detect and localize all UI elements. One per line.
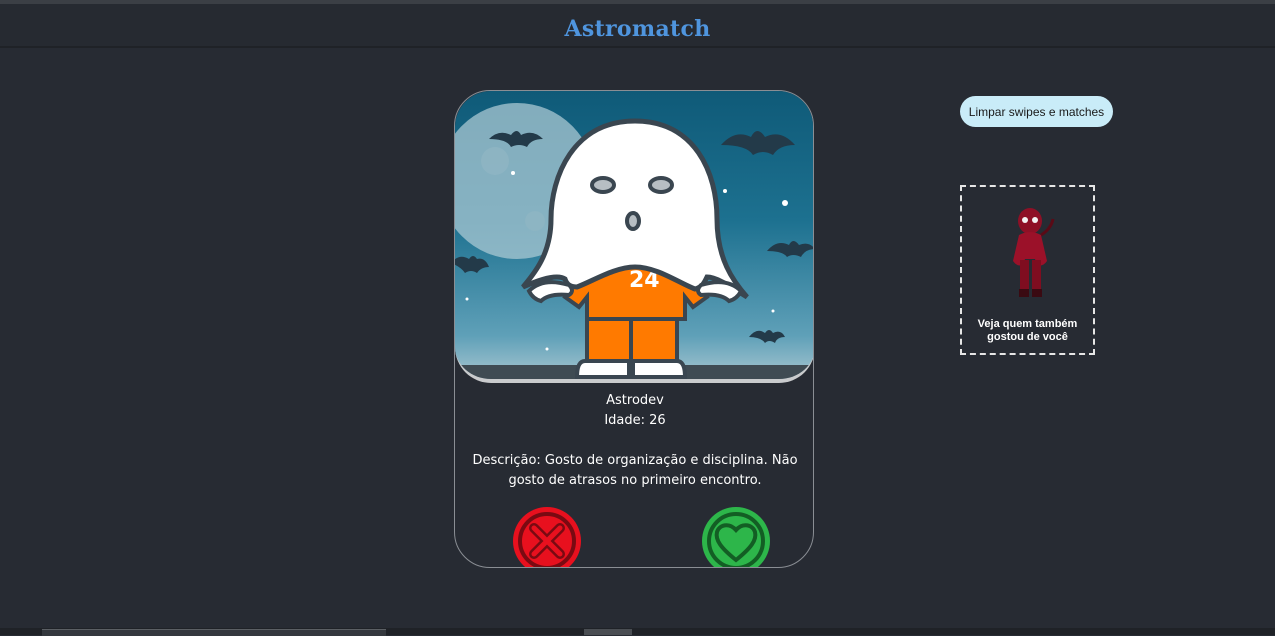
x-circle-icon bbox=[513, 507, 581, 567]
bat-icon bbox=[455, 256, 489, 273]
profile-name: Astrodev bbox=[606, 393, 664, 408]
app-header: Astromatch bbox=[0, 4, 1275, 48]
bottom-scroll-thumb[interactable] bbox=[584, 629, 632, 635]
app-title: Astromatch bbox=[564, 16, 711, 42]
bat-icon bbox=[721, 131, 795, 155]
profile-description: Descrição: Gosto de organização e discip… bbox=[472, 453, 798, 488]
heart-icon bbox=[702, 507, 770, 567]
profile-photo: 24 bbox=[455, 91, 813, 383]
matches-character-icon bbox=[1013, 208, 1055, 297]
like-button[interactable] bbox=[699, 504, 773, 567]
profile-age: Idade: 26 bbox=[604, 413, 666, 428]
matches-label: Veja quem também gostou de você bbox=[977, 318, 1078, 343]
bat-icon bbox=[749, 330, 785, 343]
view-matches-box[interactable]: Veja quem também gostou de você bbox=[960, 185, 1095, 355]
reject-button[interactable] bbox=[510, 504, 584, 567]
profile-card: 24 Astrodev Idade: 26 Descrição: Gosto d… bbox=[454, 90, 814, 568]
bat-icon bbox=[767, 241, 813, 257]
clear-swipes-button[interactable]: Limpar swipes e matches bbox=[960, 96, 1113, 127]
